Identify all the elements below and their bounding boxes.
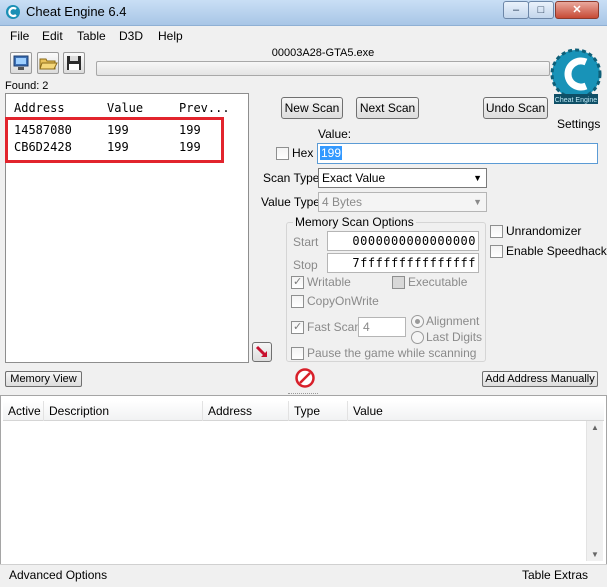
undo-scan-button[interactable]: Undo Scan: [483, 97, 548, 119]
column-type[interactable]: Type: [294, 404, 320, 418]
last-digits-radio[interactable]: [411, 331, 424, 344]
fast-scan-checkbox[interactable]: [291, 320, 304, 334]
maximize-button[interactable]: □: [528, 1, 554, 19]
alignment-label: Alignment: [426, 314, 480, 328]
scroll-down-icon[interactable]: ▼: [591, 550, 599, 559]
writable-checkbox[interactable]: [291, 275, 304, 289]
clear-list-icon[interactable]: [295, 368, 315, 388]
scan-progress-bar: [96, 61, 550, 76]
pause-game-label: Pause the game while scanning: [307, 346, 477, 360]
pause-game-checkbox[interactable]: [291, 347, 304, 360]
memory-view-button[interactable]: Memory View: [5, 371, 82, 387]
value-input-text: 199: [320, 146, 343, 160]
scan-type-label: Scan Type: [263, 171, 320, 185]
address-table-body[interactable]: [3, 421, 586, 561]
last-digits-label: Last Digits: [426, 330, 483, 344]
column-divider[interactable]: [202, 401, 203, 421]
logo-text: Cheat Engine: [555, 97, 598, 104]
copyonwrite-label: CopyOnWrite: [307, 294, 379, 308]
value-type-value: 4 Bytes: [322, 195, 363, 209]
executable-checkbox[interactable]: [392, 276, 405, 289]
stop-address-input[interactable]: 7fffffffffffffff: [327, 253, 479, 273]
dropdown-arrow-icon: ▼: [473, 173, 482, 183]
window-title: Cheat Engine 6.4: [26, 4, 127, 19]
speedhack-checkbox[interactable]: [490, 245, 503, 258]
add-address-manually-button[interactable]: Add Address Manually: [482, 371, 598, 387]
stop-label: Stop: [293, 258, 318, 272]
menu-d3d[interactable]: D3D: [119, 29, 143, 43]
next-scan-button[interactable]: Next Scan: [356, 97, 419, 119]
close-button[interactable]: ✕: [555, 1, 599, 19]
status-bar: Advanced Options Table Extras: [0, 564, 607, 587]
process-name: 00003A28-GTA5.exe: [271, 47, 375, 59]
cheat-engine-logo[interactable]: Cheat Engine: [550, 44, 602, 116]
folder-open-icon: [39, 58, 58, 70]
column-divider[interactable]: [347, 401, 348, 421]
open-file-button[interactable]: [37, 52, 59, 74]
column-address[interactable]: Address: [208, 404, 252, 418]
column-address[interactable]: Address: [14, 101, 65, 115]
address-table-scrollbar[interactable]: ▲ ▼: [586, 421, 603, 561]
executable-label: Executable: [408, 275, 468, 289]
stop-address-value: 7fffffffffffffff: [352, 256, 476, 270]
start-address-value: 0000000000000000: [352, 234, 476, 248]
column-divider[interactable]: [288, 401, 289, 421]
save-button[interactable]: [63, 52, 85, 74]
cheat-engine-icon: [6, 5, 20, 19]
table-extras-link[interactable]: Table Extras: [522, 568, 588, 582]
fast-scan-label: Fast Scan: [307, 320, 362, 334]
alignment-radio[interactable]: [411, 315, 424, 328]
column-value[interactable]: Value: [353, 404, 383, 418]
menu-file[interactable]: File: [10, 29, 29, 43]
column-previous[interactable]: Prev...: [179, 101, 230, 115]
column-value[interactable]: Value: [107, 101, 143, 115]
dropdown-arrow-icon: ▼: [473, 197, 482, 207]
column-active[interactable]: Active: [8, 404, 41, 418]
unrandomizer-label: Unrandomizer: [506, 224, 582, 238]
menu-edit[interactable]: Edit: [42, 29, 63, 43]
fast-scan-value: 4: [363, 320, 370, 334]
scroll-up-icon[interactable]: ▲: [591, 423, 599, 432]
advanced-options-link[interactable]: Advanced Options: [9, 568, 107, 582]
scan-type-value: Exact Value: [322, 171, 386, 185]
unrandomizer-checkbox[interactable]: [490, 225, 503, 238]
new-scan-button[interactable]: New Scan: [281, 97, 343, 119]
column-description[interactable]: Description: [49, 404, 109, 418]
memory-scan-options-title: Memory Scan Options: [293, 215, 416, 229]
value-label: Value:: [318, 127, 352, 141]
hex-checkbox[interactable]: [276, 147, 289, 160]
computer-icon: [13, 55, 29, 70]
column-divider[interactable]: [43, 401, 44, 421]
title-bar: Cheat Engine 6.4 – □ ✕: [0, 0, 607, 26]
add-to-list-button[interactable]: [252, 342, 272, 362]
value-type-label: Value Type: [261, 195, 320, 209]
value-type-select[interactable]: 4 Bytes ▼: [318, 192, 487, 212]
menu-bar: File Edit Table D3D Help: [0, 26, 607, 46]
hex-label: Hex: [292, 146, 314, 160]
menu-help[interactable]: Help: [158, 29, 183, 43]
settings-link[interactable]: Settings: [557, 117, 600, 131]
highlight-box: [5, 117, 224, 163]
menu-table[interactable]: Table: [77, 29, 106, 43]
red-arrow-icon: [255, 345, 268, 358]
copyonwrite-checkbox[interactable]: [291, 295, 304, 308]
address-table-header: Active Description Address Type Value: [3, 401, 604, 421]
fast-scan-input[interactable]: 4: [358, 317, 406, 337]
scan-type-select[interactable]: Exact Value ▼: [318, 168, 487, 188]
value-input[interactable]: 199: [317, 143, 598, 164]
found-count: Found: 2: [5, 80, 49, 92]
writable-label: Writable: [307, 275, 351, 289]
start-address-input[interactable]: 0000000000000000: [327, 231, 479, 251]
minimize-button[interactable]: –: [503, 1, 529, 19]
start-label: Start: [293, 235, 319, 249]
floppy-disk-icon: [67, 56, 81, 70]
speedhack-label: Enable Speedhack: [506, 244, 607, 258]
open-process-button[interactable]: [10, 52, 32, 74]
